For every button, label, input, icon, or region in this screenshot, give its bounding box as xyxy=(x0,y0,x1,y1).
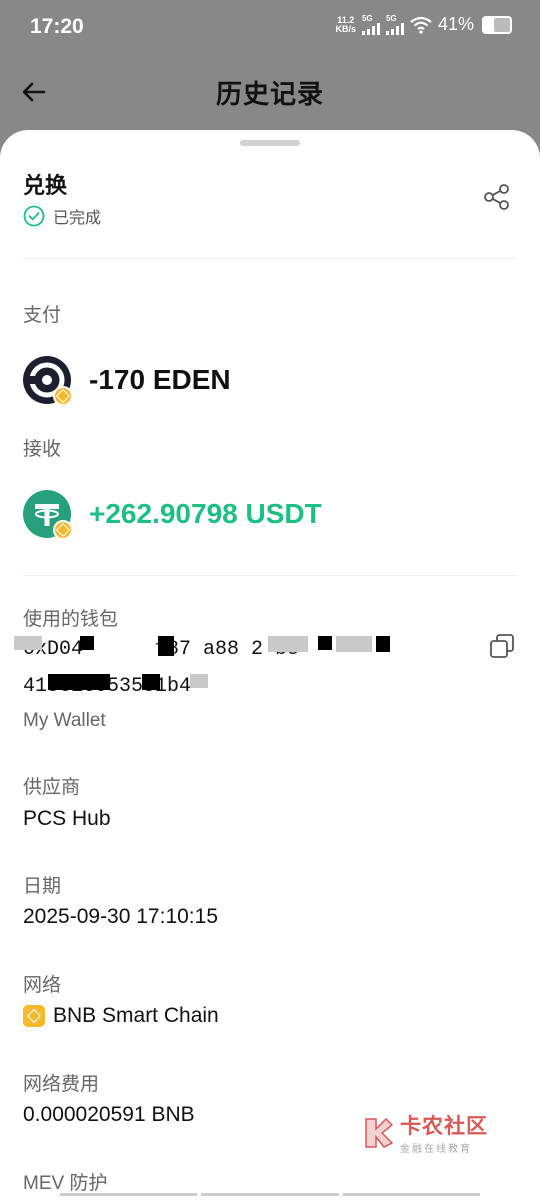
kanong-logo-icon xyxy=(365,1117,394,1148)
divider xyxy=(23,258,517,259)
provider-label: 供应商 xyxy=(23,777,81,798)
copy-icon[interactable] xyxy=(488,632,516,660)
network-row: BNB Smart Chain xyxy=(23,1004,219,1028)
wallet-label: 使用的钱包 xyxy=(23,609,119,630)
bnb-badge-icon xyxy=(53,386,73,406)
fee-value: 0.000020591 BNB xyxy=(23,1103,195,1126)
network-value: BNB Smart Chain xyxy=(53,1004,219,1027)
receive-row: +262.90798 USDT xyxy=(23,490,322,540)
network-label: 网络 xyxy=(23,975,62,996)
redaction-block xyxy=(190,674,208,688)
bnb-badge-icon xyxy=(53,520,73,540)
receive-amount: +262.90798 USDT xyxy=(89,498,322,529)
redaction-block xyxy=(80,636,94,650)
pay-row: -170 EDEN xyxy=(23,356,231,406)
bnb-chain-icon xyxy=(23,1005,45,1027)
redaction-block xyxy=(48,674,110,690)
gesture-bar xyxy=(60,1193,480,1196)
page-title: 历史记录 xyxy=(215,79,324,109)
eden-token-icon xyxy=(23,356,73,406)
date-value: 2025-09-30 17:10:15 xyxy=(23,905,218,928)
fee-label: 网络费用 xyxy=(23,1074,100,1095)
battery-icon xyxy=(482,15,512,34)
date-label: 日期 xyxy=(23,876,62,897)
redaction-block xyxy=(95,636,155,654)
header: 历史记录 xyxy=(0,58,540,128)
status-text: 已完成 xyxy=(53,210,102,227)
status-badge: 已完成 xyxy=(23,204,101,228)
provider-value: PCS Hub xyxy=(23,807,111,830)
net-speed: 11.2 KB/s xyxy=(335,14,356,34)
watermark: 卡农社区 金融在线教育 xyxy=(360,1110,488,1155)
redaction-block xyxy=(268,636,308,652)
signal-icon: 5G xyxy=(361,14,380,35)
divider xyxy=(23,575,517,576)
status-icons: 11.2 KB/s 5G 5G 41% xyxy=(335,14,512,35)
usdt-token-icon xyxy=(23,490,73,540)
redaction-block xyxy=(158,636,174,656)
redaction-block xyxy=(376,636,390,652)
redaction-block xyxy=(318,636,332,650)
redaction-block xyxy=(142,674,160,690)
battery-percent: 41% xyxy=(437,14,474,34)
wifi-icon xyxy=(410,16,432,34)
wallet-name: My Wallet xyxy=(23,710,106,731)
mev-label: MEV 防护 xyxy=(23,1173,108,1194)
watermark-title: 卡农社区 xyxy=(400,1115,488,1138)
watermark-subtitle: 金融在线教育 xyxy=(400,1144,472,1155)
redaction-block xyxy=(336,636,372,652)
redaction-block xyxy=(14,636,42,650)
receive-label: 接收 xyxy=(23,439,62,460)
share-icon[interactable] xyxy=(482,182,512,212)
status-bar: 17:20 11.2 KB/s 5G 5G 41% xyxy=(0,0,540,58)
check-circle-icon xyxy=(23,205,45,227)
pay-amount: -170 EDEN xyxy=(89,364,231,395)
transaction-type: 兑换 xyxy=(23,173,68,198)
drag-handle[interactable] xyxy=(240,140,300,146)
signal-icon: 5G xyxy=(385,14,404,35)
pay-label: 支付 xyxy=(23,305,62,326)
status-time: 17:20 xyxy=(30,15,84,38)
detail-sheet: 兑换 已完成 支付 -170 EDEN 接收 +262.90798 USDT 使… xyxy=(0,130,540,1200)
